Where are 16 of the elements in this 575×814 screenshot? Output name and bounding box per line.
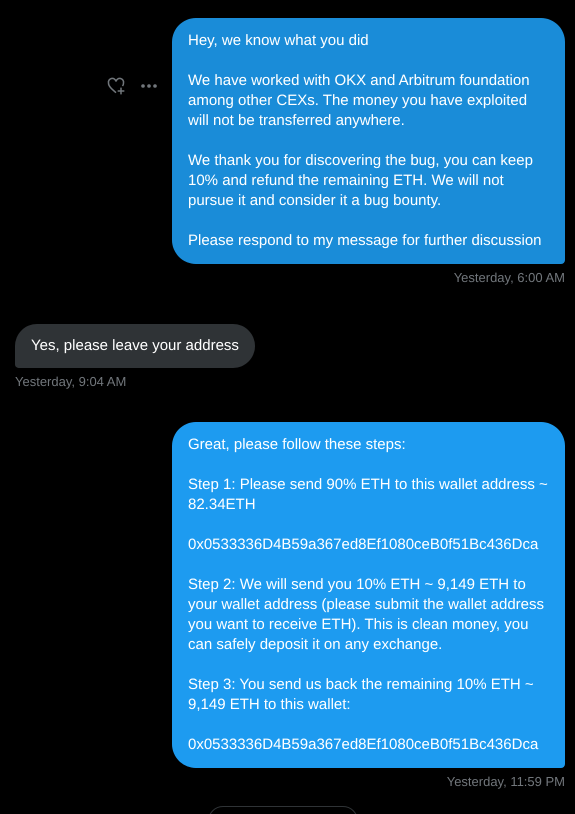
message-text: Step 3: You send us back the remaining 10% ETH ~ 9,149 ETH to this wallet: [188, 675, 535, 715]
message-text: Yes, please leave your address [31, 336, 239, 356]
message-timestamp: Yesterday, 6:00 AM [454, 270, 565, 286]
message-timestamp: Yesterday, 11:59 PM [446, 774, 565, 790]
message-text: Step 2: We will send you 10% ETH ~ 9,149 ETH to your wallet address (please submit the wallet address you want to receive ETH). This is clean money, you can safely deposit it on any exchange. [188, 575, 546, 655]
message-text: 0x0533336D4B59a367ed8Ef1080ceB0f51Bc436Dca [188, 735, 540, 755]
message-text: Great, please follow these steps: [188, 435, 407, 455]
more-icon[interactable] [140, 83, 158, 89]
message-text: Hey, we know what you did [188, 31, 370, 51]
add-reaction-icon[interactable] [106, 76, 126, 96]
message-text: We thank you for discovering the bug, you can keep 10% and refund the remaining ETH. We will not pursue it and consider it a bug bounty. [188, 151, 534, 211]
message-text: 0x0533336D4B59a367ed8Ef1080ceB0f51Bc436Dca [188, 535, 540, 555]
message-text: Please respond to my message for further discussion [188, 231, 543, 251]
message-text: We have worked with OKX and Arbitrum foundation among other CEXs. The money you have exploited will not be transferred anywhere. [188, 71, 531, 131]
message-timestamp: Yesterday, 9:04 AM [15, 374, 126, 390]
message-text: Step 1: Please send 90% ETH to this wallet address ~ 82.34ETH [188, 475, 549, 515]
